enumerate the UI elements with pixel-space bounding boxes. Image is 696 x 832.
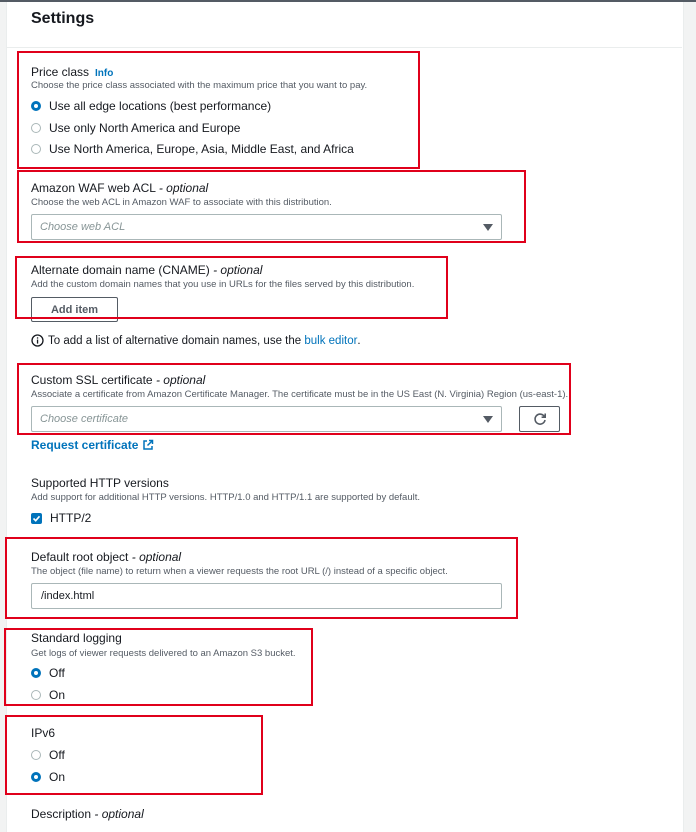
ipv6-option-label: On <box>49 770 66 784</box>
logging-option-off[interactable]: Off <box>31 666 65 680</box>
waf-label: Amazon WAF web ACL - optional <box>31 181 208 195</box>
add-item-button[interactable]: Add item <box>31 297 118 322</box>
header-divider <box>6 47 682 48</box>
http-versions-label: Supported HTTP versions <box>31 476 169 490</box>
bulk-editor-hint: To add a list of alternative domain name… <box>31 334 361 347</box>
request-certificate-text: Request certificate <box>31 438 139 452</box>
price-class-option-na-europe[interactable]: Use only North America and Europe <box>31 121 240 135</box>
ipv6-option-off[interactable]: Off <box>31 748 65 762</box>
caret-down-icon <box>483 415 493 423</box>
request-certificate-link[interactable]: Request certificate <box>31 438 154 452</box>
optional-tag: - optional <box>158 181 209 195</box>
refresh-button[interactable] <box>519 406 560 432</box>
price-class-label-text: Price class <box>31 65 90 79</box>
checkbox-checked-icon[interactable] <box>31 512 42 524</box>
ssl-description: Associate a certificate from Amazon Cert… <box>31 389 569 400</box>
refresh-icon <box>533 413 546 425</box>
section-title: Settings <box>31 10 95 27</box>
logging-option-on[interactable]: On <box>31 688 65 702</box>
waf-select[interactable]: Choose web ACL <box>31 214 502 240</box>
waf-label-text: Amazon WAF web ACL <box>31 181 156 195</box>
waf-description: Choose the web ACL in Amazon WAF to asso… <box>31 197 332 208</box>
bulk-editor-suffix: . <box>357 334 361 347</box>
optional-tag: - optional <box>94 807 144 821</box>
http-versions-description: Add support for additional HTTP versions… <box>31 492 420 503</box>
caret-down-icon <box>483 223 493 231</box>
waf-select-placeholder: Choose web ACL <box>40 221 126 233</box>
radio-unselected-icon[interactable] <box>31 690 41 700</box>
external-link-icon <box>143 439 154 450</box>
bulk-editor-link[interactable]: bulk editor <box>304 335 357 347</box>
optional-tag: - optional <box>213 263 263 277</box>
ipv6-option-label: Off <box>49 748 65 762</box>
root-object-label-text: Default root object <box>31 550 129 564</box>
price-class-label: Price class Info <box>31 65 113 79</box>
price-class-option-label: Use only North America and Europe <box>49 121 241 135</box>
info-link[interactable]: Info <box>95 68 113 79</box>
http2-checkbox-row[interactable]: HTTP/2 <box>31 511 91 525</box>
http2-label: HTTP/2 <box>50 511 92 525</box>
radio-selected-icon[interactable] <box>31 101 41 111</box>
ssl-label: Custom SSL certificate - optional <box>31 373 205 387</box>
logging-option-label: On <box>49 688 66 702</box>
description-label: Description - optional <box>31 807 144 821</box>
certificate-select-placeholder: Choose certificate <box>40 413 129 425</box>
logging-label: Standard logging <box>31 631 122 645</box>
certificate-select[interactable]: Choose certificate <box>31 406 502 432</box>
ssl-label-text: Custom SSL certificate <box>31 373 153 387</box>
cname-label-text: Alternate domain name (CNAME) <box>31 263 210 277</box>
root-object-input[interactable]: /index.html <box>31 583 502 609</box>
price-class-option-na-eu-asia[interactable]: Use North America, Europe, Asia, Middle … <box>31 142 354 156</box>
price-class-description: Choose the price class associated with t… <box>31 80 368 91</box>
ipv6-label: IPv6 <box>31 726 56 740</box>
radio-unselected-icon[interactable] <box>31 750 41 760</box>
radio-selected-icon[interactable] <box>31 772 41 782</box>
ipv6-option-on[interactable]: On <box>31 770 65 784</box>
optional-tag: - optional <box>155 373 206 387</box>
radio-unselected-icon[interactable] <box>31 144 41 154</box>
price-class-option-all[interactable]: Use all edge locations (best performance… <box>31 99 271 113</box>
price-class-option-label: Use all edge locations (best performance… <box>49 99 272 113</box>
root-object-label: Default root object - optional <box>31 550 181 564</box>
info-icon <box>31 334 44 347</box>
root-object-description: The object (file name) to return when a … <box>31 566 448 577</box>
radio-unselected-icon[interactable] <box>31 123 41 133</box>
logging-option-label: Off <box>49 666 65 680</box>
cname-description: Add the custom domain names that you use… <box>31 279 415 290</box>
price-class-option-label: Use North America, Europe, Asia, Middle … <box>49 142 354 156</box>
description-label-text: Description <box>31 807 92 821</box>
optional-tag: - optional <box>131 550 182 564</box>
cname-label: Alternate domain name (CNAME) - optional <box>31 263 262 277</box>
radio-selected-icon[interactable] <box>31 668 41 678</box>
bulk-editor-text: To add a list of alternative domain name… <box>48 334 302 347</box>
logging-description: Get logs of viewer requests delivered to… <box>31 648 296 659</box>
